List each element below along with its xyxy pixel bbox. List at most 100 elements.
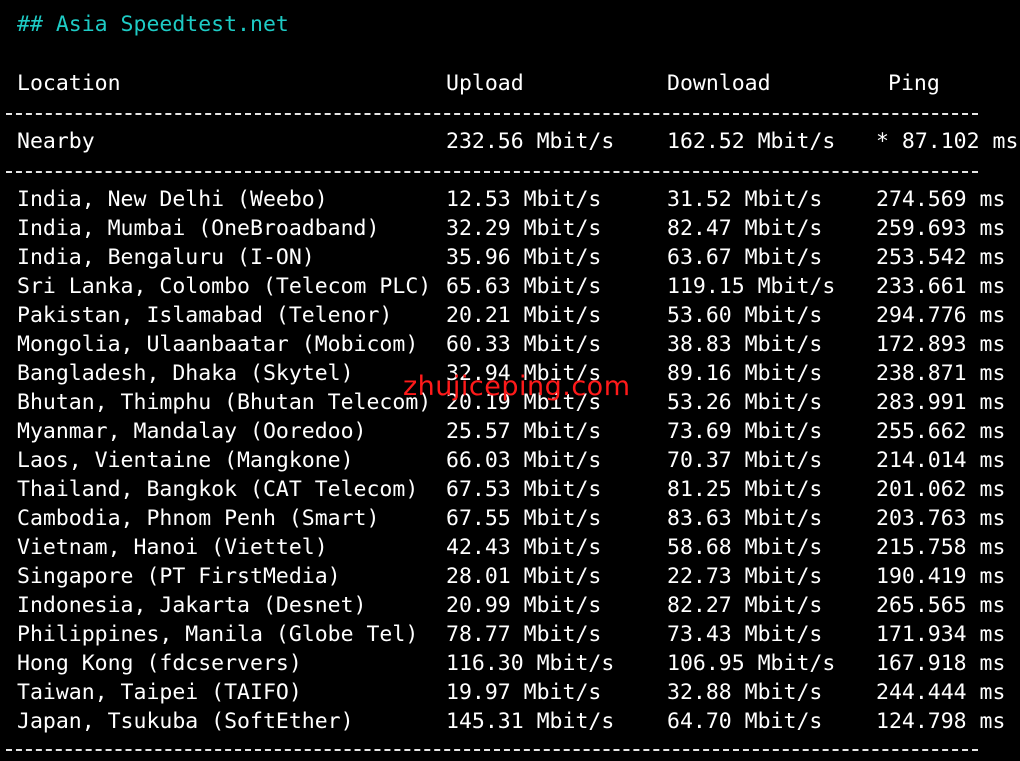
- row-ping: 253.542 ms: [876, 245, 1006, 270]
- table-row: Japan, Tsukuba (SoftEther) 145.31 Mbit/s 6…: [0, 707, 1020, 736]
- row-download: 106.95 Mbit/s: [667, 651, 836, 676]
- table-row: India, Mumbai (OneBroadband) 32.29 Mbit/s…: [0, 214, 1020, 243]
- row-upload: 32.29 Mbit/s: [446, 216, 602, 241]
- row-upload: 145.31 Mbit/s: [446, 709, 615, 734]
- row-download: 63.67 Mbit/s: [667, 245, 823, 270]
- row-ping: 274.569 ms: [876, 187, 1006, 212]
- nearby-row: Nearby 232.56 Mbit/s 162.52 Mbit/s * 87.…: [0, 127, 1020, 156]
- table-row: Hong Kong (fdcservers) 116.30 Mbit/s 106.9…: [0, 649, 1020, 678]
- row-upload: 20.21 Mbit/s: [446, 303, 602, 328]
- row-location: Bangladesh, Dhaka (Skytel): [17, 361, 354, 386]
- row-upload: 19.97 Mbit/s: [446, 680, 602, 705]
- row-ping: 283.991 ms: [876, 390, 1006, 415]
- row-location: Myanmar, Mandalay (Ooredoo): [17, 419, 367, 444]
- header-download: Download: [667, 71, 771, 96]
- table-row: Cambodia, Phnom Penh (Smart) 67.55 Mbit/s…: [0, 504, 1020, 533]
- row-ping: 244.444 ms: [876, 680, 1006, 705]
- row-upload: 25.57 Mbit/s: [446, 419, 602, 444]
- row-ping: 214.014 ms: [876, 448, 1006, 473]
- row-download: 81.25 Mbit/s: [667, 477, 823, 502]
- row-upload: 35.96 Mbit/s: [446, 245, 602, 270]
- table-row: Laos, Vientaine (Mangkone) 66.03 Mbit/s 70…: [0, 446, 1020, 475]
- row-ping: 203.763 ms: [876, 506, 1006, 531]
- nearby-download: 162.52 Mbit/s: [667, 129, 836, 154]
- row-location: Hong Kong (fdcservers): [17, 651, 302, 676]
- table-row: Singapore (PT FirstMedia) 28.01 Mbit/s 22.…: [0, 562, 1020, 591]
- table-row: Taiwan, Taipei (TAIFO) 19.97 Mbit/s 32.88 …: [0, 678, 1020, 707]
- row-download: 32.88 Mbit/s: [667, 680, 823, 705]
- row-location: Thailand, Bangkok (CAT Telecom): [17, 477, 419, 502]
- row-ping: 255.662 ms: [876, 419, 1006, 444]
- table-row: Pakistan, Islamabad (Telenor) 20.21 Mbit/…: [0, 301, 1020, 330]
- row-location: Laos, Vientaine (Mangkone): [17, 448, 354, 473]
- row-ping: 259.693 ms: [876, 216, 1006, 241]
- separator-bottom: [6, 749, 978, 751]
- row-ping: 171.934 ms: [876, 622, 1006, 647]
- row-upload: 65.63 Mbit/s: [446, 274, 602, 299]
- table-row: Mongolia, Ulaanbaatar (Mobicom) 60.33 Mbi…: [0, 330, 1020, 359]
- row-download: 53.60 Mbit/s: [667, 303, 823, 328]
- row-download: 64.70 Mbit/s: [667, 709, 823, 734]
- nearby-location: Nearby: [17, 129, 95, 154]
- row-ping: 215.758 ms: [876, 535, 1006, 560]
- row-location: India, Mumbai (OneBroadband): [17, 216, 380, 241]
- row-download: 73.43 Mbit/s: [667, 622, 823, 647]
- section-title: ## Asia Speedtest.net: [17, 12, 289, 37]
- row-ping: 201.062 ms: [876, 477, 1006, 502]
- row-download: 22.73 Mbit/s: [667, 564, 823, 589]
- row-location: Pakistan, Islamabad (Telenor): [17, 303, 393, 328]
- row-location: India, Bengaluru (I-ON): [17, 245, 315, 270]
- row-download: 38.83 Mbit/s: [667, 332, 823, 357]
- row-ping: 190.419 ms: [876, 564, 1006, 589]
- table-row: Indonesia, Jakarta (Desnet) 20.99 Mbit/s 8…: [0, 591, 1020, 620]
- row-location: Mongolia, Ulaanbaatar (Mobicom): [17, 332, 419, 357]
- row-upload: 42.43 Mbit/s: [446, 535, 602, 560]
- row-download: 89.16 Mbit/s: [667, 361, 823, 386]
- table-row: Myanmar, Mandalay (Ooredoo) 25.57 Mbit/s 7…: [0, 417, 1020, 446]
- row-download: 119.15 Mbit/s: [667, 274, 836, 299]
- row-download: 31.52 Mbit/s: [667, 187, 823, 212]
- row-upload: 28.01 Mbit/s: [446, 564, 602, 589]
- table-row: India, New Delhi (Weebo) 12.53 Mbit/s 31.5…: [0, 185, 1020, 214]
- table-row: India, Bengaluru (I-ON) 35.96 Mbit/s 63.67…: [0, 243, 1020, 272]
- row-location: Indonesia, Jakarta (Desnet): [17, 593, 367, 618]
- header-location: Location: [17, 71, 121, 96]
- row-location: Singapore (PT FirstMedia): [17, 564, 341, 589]
- separator-middle: [6, 171, 978, 173]
- watermark-text: zhujiceping.com: [403, 371, 631, 402]
- row-download: 70.37 Mbit/s: [667, 448, 823, 473]
- row-ping: 294.776 ms: [876, 303, 1006, 328]
- nearby-upload: 232.56 Mbit/s: [446, 129, 615, 154]
- row-location: Taiwan, Taipei (TAIFO): [17, 680, 302, 705]
- row-download: 82.27 Mbit/s: [667, 593, 823, 618]
- table-row: Thailand, Bangkok (CAT Telecom) 67.53 Mbi…: [0, 475, 1020, 504]
- row-location: Cambodia, Phnom Penh (Smart): [17, 506, 380, 531]
- row-download: 53.26 Mbit/s: [667, 390, 823, 415]
- table-row: Philippines, Manila (Globe Tel) 78.77 Mbi…: [0, 620, 1020, 649]
- row-ping: 167.918 ms: [876, 651, 1006, 676]
- row-download: 83.63 Mbit/s: [667, 506, 823, 531]
- nearby-ping: * 87.102 ms: [876, 129, 1019, 154]
- row-download: 58.68 Mbit/s: [667, 535, 823, 560]
- row-upload: 67.53 Mbit/s: [446, 477, 602, 502]
- row-location: Philippines, Manila (Globe Tel): [17, 622, 419, 647]
- row-ping: 172.893 ms: [876, 332, 1006, 357]
- separator-top: [6, 113, 978, 115]
- table-row: Vietnam, Hanoi (Viettel) 42.43 Mbit/s 58.6…: [0, 533, 1020, 562]
- row-download: 82.47 Mbit/s: [667, 216, 823, 241]
- header-ping: Ping: [888, 71, 940, 96]
- row-upload: 116.30 Mbit/s: [446, 651, 615, 676]
- row-upload: 67.55 Mbit/s: [446, 506, 602, 531]
- row-upload: 78.77 Mbit/s: [446, 622, 602, 647]
- row-ping: 238.871 ms: [876, 361, 1006, 386]
- table-row: Sri Lanka, Colombo (Telecom PLC) 65.63 Mb…: [0, 272, 1020, 301]
- row-location: Sri Lanka, Colombo (Telecom PLC): [17, 274, 432, 299]
- row-location: Bhutan, Thimphu (Bhutan Telecom): [17, 390, 432, 415]
- row-ping: 265.565 ms: [876, 593, 1006, 618]
- row-upload: 60.33 Mbit/s: [446, 332, 602, 357]
- row-download: 73.69 Mbit/s: [667, 419, 823, 444]
- row-ping: 124.798 ms: [876, 709, 1006, 734]
- table-header: Location Upload Download Ping: [0, 69, 1020, 98]
- row-location: Japan, Tsukuba (SoftEther): [17, 709, 354, 734]
- row-upload: 20.99 Mbit/s: [446, 593, 602, 618]
